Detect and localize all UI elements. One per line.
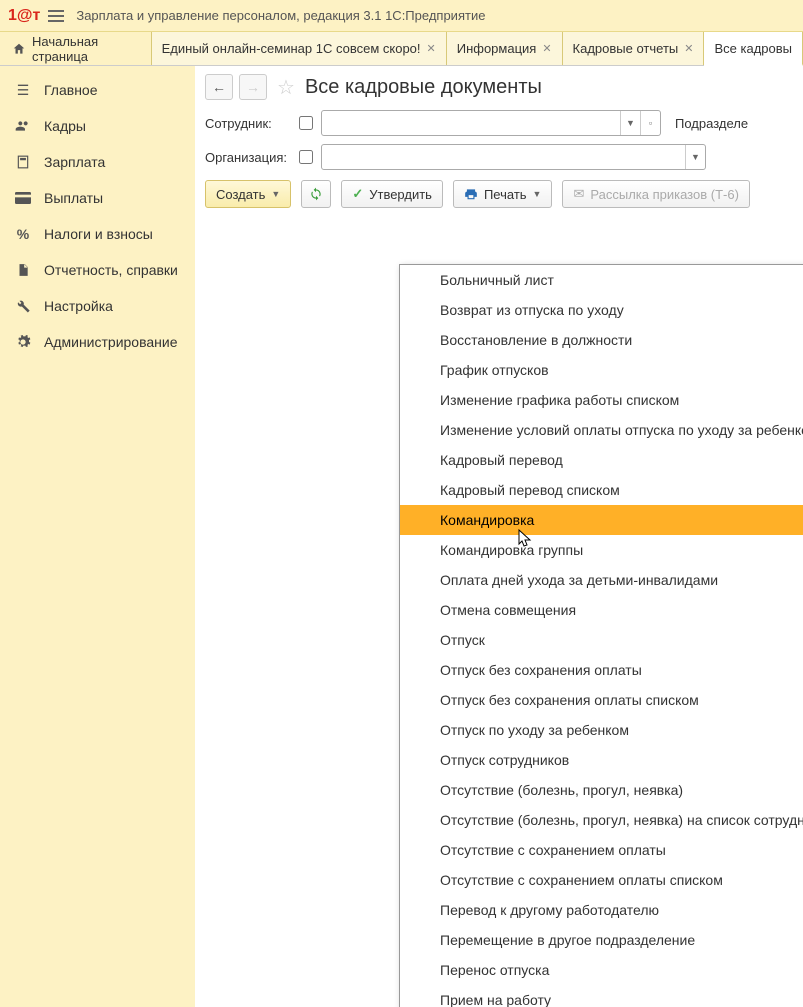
dropdown-item[interactable]: Командировка — [400, 505, 803, 535]
dropdown-item[interactable]: Отпуск сотрудников — [400, 745, 803, 775]
org-checkbox[interactable] — [299, 150, 313, 164]
envelope-icon: ✉ — [573, 186, 584, 202]
menu-icon[interactable] — [48, 10, 64, 22]
check-icon: ✓ — [352, 186, 363, 202]
employee-input[interactable] — [322, 116, 620, 131]
chevron-down-icon[interactable]: ▼ — [685, 145, 705, 169]
dropdown-item[interactable]: Восстановление в должности — [400, 325, 803, 355]
approve-button[interactable]: ✓Утвердить — [341, 180, 443, 208]
org-label: Организация: — [205, 150, 291, 165]
create-button[interactable]: Создать▼ — [205, 180, 291, 208]
dropdown-item[interactable]: Возврат из отпуска по уходу — [400, 295, 803, 325]
dropdown-item[interactable]: Отмена совмещения — [400, 595, 803, 625]
sidebar-item-reports[interactable]: Отчетность, справки — [0, 252, 195, 288]
dropdown-item[interactable]: Отсутствие (болезнь, прогул, неявка) на … — [400, 805, 803, 835]
close-icon[interactable]: ✕ — [427, 42, 436, 55]
sidebar-item-main[interactable]: ☰Главное — [0, 72, 195, 108]
favorite-icon[interactable]: ☆ — [277, 75, 295, 100]
dispatch-button[interactable]: ✉Рассылка приказов (Т-6) — [562, 180, 749, 208]
dropdown-item[interactable]: Больничный лист — [400, 265, 803, 295]
dropdown-item[interactable]: Отпуск без сохранения оплаты списком — [400, 685, 803, 715]
employee-label: Сотрудник: — [205, 116, 291, 131]
org-input[interactable] — [322, 150, 685, 165]
document-icon — [14, 261, 32, 279]
create-dropdown: Больничный листВозврат из отпуска по ухо… — [399, 264, 803, 1007]
dropdown-item[interactable]: Изменение графика работы списком — [400, 385, 803, 415]
dropdown-item[interactable]: Изменение условий оплаты отпуска по уход… — [400, 415, 803, 445]
sidebar-item-admin[interactable]: Администрирование — [0, 324, 195, 360]
dropdown-item[interactable]: Отпуск без сохранения оплаты — [400, 655, 803, 685]
org-combo[interactable]: ▼ — [321, 144, 706, 170]
tabbar: Начальная страница Единый онлайн-семинар… — [0, 32, 803, 66]
chevron-down-icon: ▼ — [533, 189, 542, 199]
people-icon — [14, 117, 32, 135]
refresh-button[interactable] — [301, 180, 331, 208]
print-button[interactable]: Печать▼ — [453, 180, 553, 208]
dropdown-item[interactable]: Отсутствие с сохранением оплаты списком — [400, 865, 803, 895]
tab-all-docs[interactable]: Все кадровы — [704, 32, 803, 66]
tab-home[interactable]: Начальная страница — [0, 32, 152, 65]
dropdown-item[interactable]: Кадровый перевод списком — [400, 475, 803, 505]
dropdown-item[interactable]: График отпусков — [400, 355, 803, 385]
tab-seminar[interactable]: Единый онлайн-семинар 1С совсем скоро!✕ — [152, 32, 447, 65]
dropdown-item[interactable]: Перемещение в другое подразделение — [400, 925, 803, 955]
sidebar: ☰Главное Кадры Зарплата Выплаты %Налоги … — [0, 66, 195, 1007]
titlebar: 1@ᴛ Зарплата и управление персоналом, ре… — [0, 0, 803, 32]
sidebar-item-personnel[interactable]: Кадры — [0, 108, 195, 144]
wrench-icon — [14, 297, 32, 315]
calculator-icon — [14, 153, 32, 171]
dropdown-item[interactable]: Оплата дней ухода за детьми-инвалидами — [400, 565, 803, 595]
page-title: Все кадровые документы — [305, 76, 542, 99]
logo-1c: 1@ᴛ — [8, 7, 40, 25]
dropdown-item[interactable]: Перенос отпуска — [400, 955, 803, 985]
tab-home-label: Начальная страница — [32, 34, 139, 64]
close-icon[interactable]: ✕ — [684, 42, 693, 55]
employee-checkbox[interactable] — [299, 116, 313, 130]
nav-forward-button[interactable]: → — [239, 74, 267, 100]
gear-icon — [14, 333, 32, 351]
sidebar-item-payments[interactable]: Выплаты — [0, 180, 195, 216]
main-content: ← → ☆ Все кадровые документы Сотрудник: … — [195, 66, 803, 1007]
employee-combo[interactable]: ▼ ▫ — [321, 110, 661, 136]
dropdown-item[interactable]: Прием на работу — [400, 985, 803, 1007]
toolbar: Создать▼ ✓Утвердить Печать▼ ✉Рассылка пр… — [205, 180, 803, 208]
dropdown-item[interactable]: Перевод к другому работодателю — [400, 895, 803, 925]
tab-reports[interactable]: Кадровые отчеты✕ — [563, 32, 705, 65]
close-icon[interactable]: ✕ — [542, 42, 551, 55]
open-dialog-icon[interactable]: ▫ — [640, 111, 660, 135]
percent-icon: % — [14, 225, 32, 243]
dropdown-item[interactable]: Отпуск — [400, 625, 803, 655]
dropdown-item[interactable]: Отпуск по уходу за ребенком — [400, 715, 803, 745]
tab-info[interactable]: Информация✕ — [447, 32, 563, 65]
home-icon — [12, 42, 26, 56]
dropdown-item[interactable]: Отсутствие (болезнь, прогул, неявка) — [400, 775, 803, 805]
dept-label: Подразделе — [675, 116, 748, 131]
sidebar-item-salary[interactable]: Зарплата — [0, 144, 195, 180]
app-title: Зарплата и управление персоналом, редакц… — [76, 8, 485, 23]
nav-back-button[interactable]: ← — [205, 74, 233, 100]
chevron-down-icon: ▼ — [271, 189, 280, 199]
list-icon: ☰ — [14, 81, 32, 99]
dropdown-item[interactable]: Командировка группы — [400, 535, 803, 565]
dropdown-item[interactable]: Отсутствие с сохранением оплаты — [400, 835, 803, 865]
sidebar-item-taxes[interactable]: %Налоги и взносы — [0, 216, 195, 252]
dropdown-item[interactable]: Кадровый перевод — [400, 445, 803, 475]
card-icon — [14, 189, 32, 207]
sidebar-item-settings[interactable]: Настройка — [0, 288, 195, 324]
printer-icon — [464, 187, 478, 201]
chevron-down-icon[interactable]: ▼ — [620, 111, 640, 135]
